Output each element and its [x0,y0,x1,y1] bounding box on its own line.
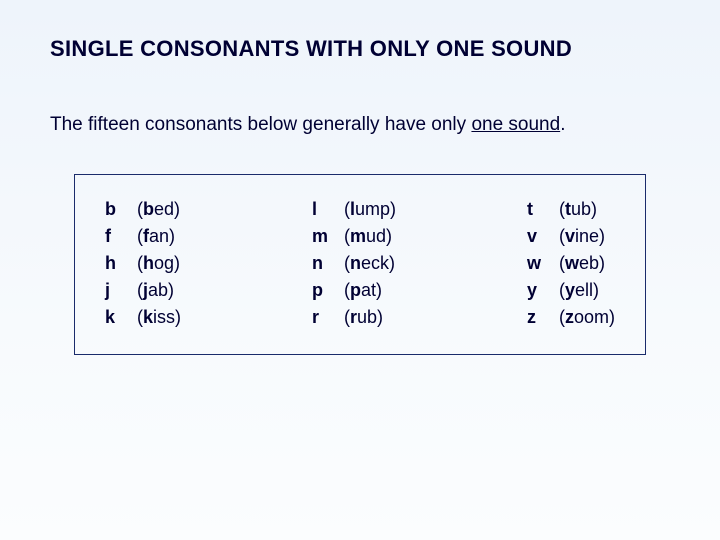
list-item: f [105,226,131,247]
list-item: (jab) [137,280,181,301]
list-item: (neck) [344,253,396,274]
intro-text: The fifteen consonants below generally h… [50,114,670,136]
list-item: (rub) [344,307,396,328]
slide: SINGLE CONSONANTS WITH ONLY ONE SOUND Th… [0,0,720,540]
list-item: (tub) [559,199,615,220]
page-title: SINGLE CONSONANTS WITH ONLY ONE SOUND [50,36,670,62]
consonant-box: b (bed) f (fan) h (hog) j (jab) k (kiss)… [74,174,646,355]
list-item: j [105,280,131,301]
list-item: y [527,280,553,301]
list-item: (kiss) [137,307,181,328]
list-item: (hog) [137,253,181,274]
column-2: l (lump) m (mud) n (neck) p (pat) r (rub… [312,199,396,328]
list-item: z [527,307,553,328]
list-item: m [312,226,338,247]
column-1: b (bed) f (fan) h (hog) j (jab) k (kiss) [105,199,181,328]
list-item: (web) [559,253,615,274]
intro-underline: one sound [471,114,560,135]
list-item: (vine) [559,226,615,247]
intro-suffix: . [560,114,565,135]
list-item: n [312,253,338,274]
list-item: b [105,199,131,220]
column-3: t (tub) v (vine) w (web) y (yell) z (zoo… [527,199,615,328]
intro-prefix: The fifteen consonants below generally h… [50,114,471,135]
list-item: t [527,199,553,220]
list-item: h [105,253,131,274]
list-item: (yell) [559,280,615,301]
list-item: (zoom) [559,307,615,328]
list-item: r [312,307,338,328]
list-item: l [312,199,338,220]
list-item: k [105,307,131,328]
list-item: w [527,253,553,274]
list-item: (lump) [344,199,396,220]
list-item: p [312,280,338,301]
list-item: (fan) [137,226,181,247]
list-item: v [527,226,553,247]
list-item: (bed) [137,199,181,220]
list-item: (pat) [344,280,396,301]
list-item: (mud) [344,226,396,247]
